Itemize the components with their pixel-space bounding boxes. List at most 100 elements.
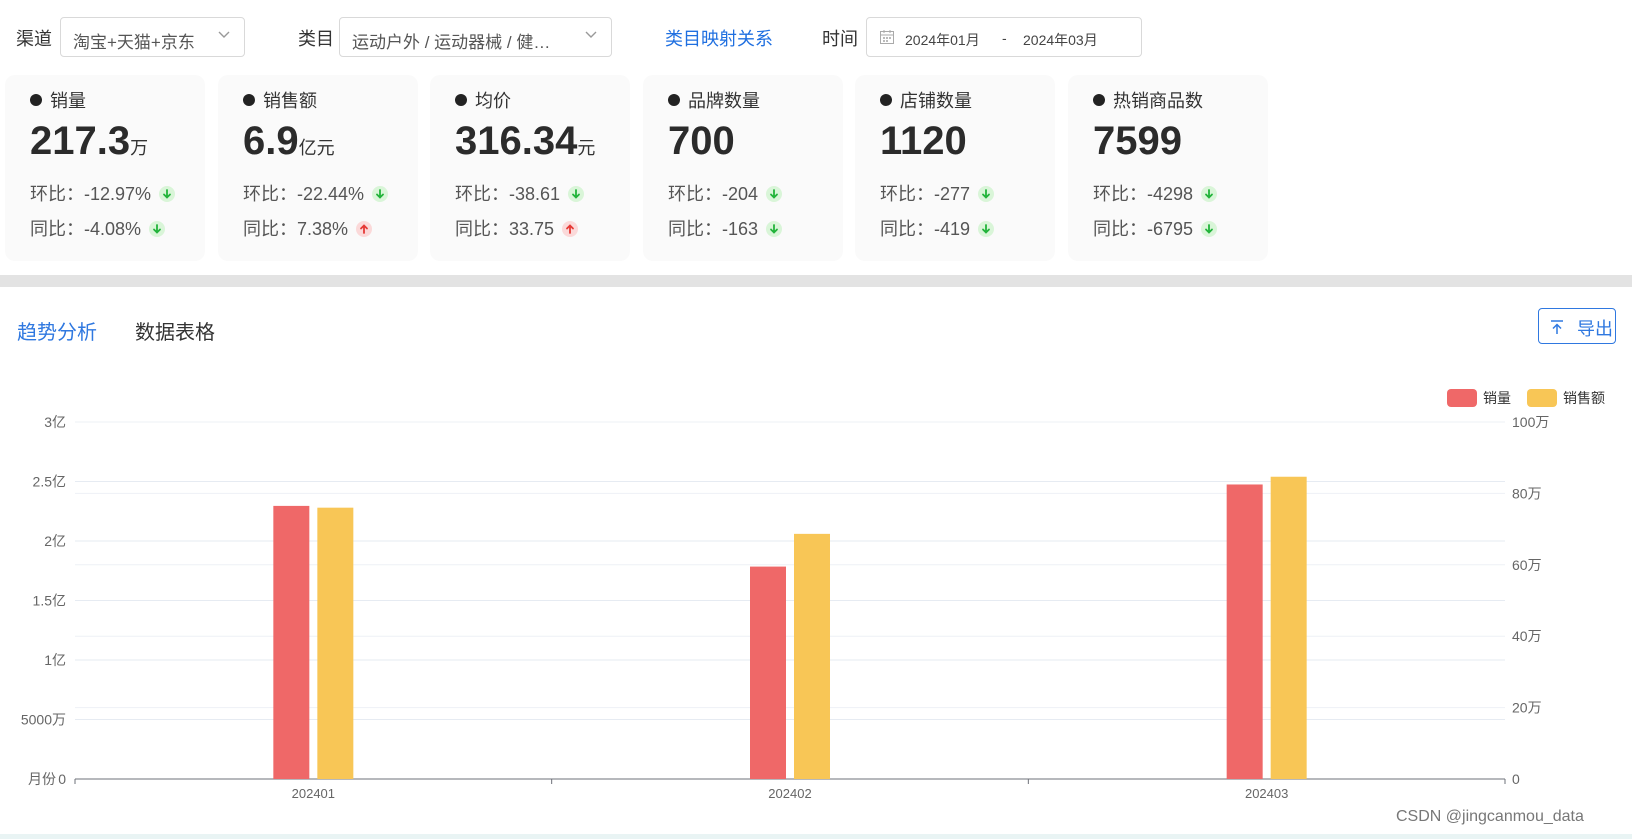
x-tick-label: 202402 (768, 786, 811, 801)
date-separator: - (1002, 30, 1007, 46)
bar-sales-amount (317, 507, 354, 779)
kpi-yoy: 同比：-4.08% (30, 215, 166, 241)
kpi-title: 销量 (30, 87, 86, 113)
kpi-card-sales-amount: 销售额 6.9亿元 环比：-22.44% 同比：7.38% (218, 75, 418, 261)
y-right-tick-label: 0 (1512, 771, 1520, 787)
x-tick-label: 202403 (1245, 786, 1288, 801)
export-button[interactable]: 导出 (1538, 308, 1616, 344)
kpi-value: 700 (668, 119, 735, 163)
bullet-dot-icon (243, 94, 255, 106)
kpi-cards: 销量 217.3万 环比：-12.97% 同比：-4.08% 销售额 6.9亿元… (0, 75, 1632, 275)
bar-sales-volume (1226, 484, 1263, 779)
kpi-title: 销售额 (243, 87, 317, 113)
date-range-picker[interactable]: 2024年01月 - 2024年03月 (866, 17, 1142, 57)
channel-select[interactable]: 淘宝+天猫+京东 (60, 17, 245, 57)
y-right-tick-label: 100万 (1512, 414, 1549, 430)
kpi-yoy: 同比：-419 (880, 215, 995, 241)
bullet-dot-icon (668, 94, 680, 106)
kpi-mom: 环比：-12.97% (30, 180, 176, 206)
kpi-card-avg-price: 均价 316.34元 环比：-38.61 同比：33.75 (430, 75, 630, 261)
kpi-mom: 环比：-22.44% (243, 180, 389, 206)
bar-sales-amount (794, 533, 830, 779)
y-left-tick-label: 3亿 (44, 414, 66, 430)
bottom-strip (0, 834, 1632, 839)
bar-sales-volume (273, 505, 310, 779)
kpi-yoy: 同比：-163 (668, 215, 783, 241)
calendar-icon (880, 30, 894, 44)
kpi-value: 7599 (1093, 119, 1182, 163)
arrow-down-icon (159, 186, 176, 202)
bullet-dot-icon (30, 94, 42, 106)
category-mapping-link[interactable]: 类目映射关系 (665, 25, 773, 51)
trend-chart: 销量 销售额 0 5000万 1亿 1.5亿 2亿 2.5亿 3亿 0 20万 40万 60万 80万… (0, 370, 1632, 839)
kpi-card-hot-products: 热销商品数 7599 环比：-4298 同比：-6795 (1068, 75, 1268, 261)
y-left-tick-label: 2.5亿 (33, 474, 66, 490)
y-right-tick-label: 40万 (1512, 628, 1542, 644)
arrow-down-icon (766, 186, 783, 202)
y-right-tick-label: 20万 (1512, 700, 1542, 716)
upload-icon (1551, 320, 1563, 334)
y-right-tick-label: 80万 (1512, 485, 1542, 501)
filter-bar: 渠道 淘宝+天猫+京东 类目 运动户外 / 运动器械 / 健… 类目映射关系 时… (0, 0, 1632, 70)
kpi-title: 均价 (455, 87, 511, 113)
arrow-down-icon (372, 186, 389, 202)
export-label: 导出 (1577, 319, 1613, 339)
kpi-mom: 环比：-4298 (1093, 180, 1218, 206)
y-left-tick-label: 5000万 (21, 712, 66, 728)
bullet-dot-icon (1093, 94, 1105, 106)
date-end-input[interactable]: 2024年03月 (1023, 30, 1098, 50)
chevron-down-icon (218, 31, 230, 38)
chevron-down-icon (585, 31, 597, 38)
section-divider (0, 275, 1632, 287)
time-label: 时间 (822, 29, 858, 49)
bullet-dot-icon (455, 94, 467, 106)
kpi-yoy: 同比：-6795 (1093, 215, 1218, 241)
arrow-up-icon (562, 221, 579, 237)
tab-trend-analysis[interactable]: 趋势分析 (17, 316, 97, 345)
category-select-value: 运动户外 / 运动器械 / 健… (352, 33, 551, 52)
date-start-input[interactable]: 2024年01月 (905, 30, 980, 50)
kpi-value: 217.3万 (30, 119, 149, 163)
kpi-title: 品牌数量 (668, 87, 760, 113)
category-label: 类目 (298, 29, 334, 49)
kpi-yoy: 同比：33.75 (455, 215, 579, 241)
kpi-mom: 环比：-204 (668, 180, 783, 206)
bar-sales-amount (1270, 476, 1307, 779)
arrow-down-icon (149, 221, 166, 237)
kpi-value: 6.9亿元 (243, 119, 335, 163)
channel-select-value: 淘宝+天猫+京东 (73, 33, 195, 52)
y-axis-title: 月份 (28, 771, 56, 787)
channel-label: 渠道 (16, 29, 52, 49)
kpi-title: 热销商品数 (1093, 87, 1203, 113)
kpi-card-brand-count: 品牌数量 700 环比：-204 同比：-163 (643, 75, 843, 261)
chart-plot: 0 5000万 1亿 1.5亿 2亿 2.5亿 3亿 0 20万 40万 60万 80万 100万月份 2… (21, 414, 1550, 801)
kpi-value: 316.34元 (455, 119, 596, 163)
x-tick-label: 202401 (292, 786, 335, 801)
bar-sales-volume (750, 566, 786, 779)
watermark-text: CSDN @jingcanmou_data (1396, 808, 1584, 825)
category-select[interactable]: 运动户外 / 运动器械 / 健… (339, 17, 612, 57)
kpi-card-store-count: 店铺数量 1120 环比：-277 同比：-419 (855, 75, 1055, 261)
arrow-up-icon (356, 221, 373, 237)
kpi-unit: 元 (577, 138, 596, 158)
tab-data-table[interactable]: 数据表格 (135, 316, 215, 345)
bullet-dot-icon (880, 94, 892, 106)
y-left-tick-label: 1亿 (44, 652, 66, 668)
arrow-down-icon (1201, 221, 1218, 237)
arrow-down-icon (568, 186, 585, 202)
kpi-mom: 环比：-277 (880, 180, 995, 206)
y-right-tick-label: 60万 (1512, 557, 1542, 573)
kpi-mom: 环比：-38.61 (455, 180, 585, 206)
kpi-title: 店铺数量 (880, 87, 972, 113)
arrow-down-icon (978, 186, 995, 202)
y-left-tick-label: 1.5亿 (33, 593, 66, 609)
kpi-value: 1120 (880, 119, 967, 163)
kpi-yoy: 同比：7.38% (243, 215, 373, 241)
kpi-card-sales-volume: 销量 217.3万 环比：-12.97% 同比：-4.08% (5, 75, 205, 261)
arrow-down-icon (766, 221, 783, 237)
y-left-tick-label: 0 (58, 771, 66, 787)
kpi-unit: 万 (130, 138, 149, 158)
kpi-unit: 亿元 (298, 138, 335, 158)
arrow-down-icon (1201, 186, 1218, 202)
arrow-down-icon (978, 221, 995, 237)
